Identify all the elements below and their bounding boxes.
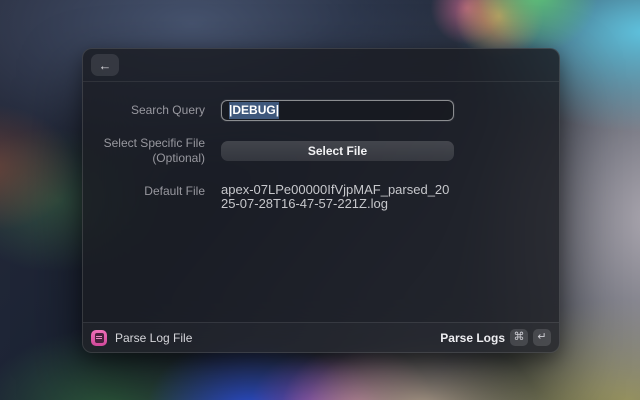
back-arrow-icon: ← (99, 59, 112, 72)
app-name: Parse Log File (115, 331, 192, 345)
footer-action-bar: Parse Log File Parse Logs ⌘ ↵ (83, 322, 559, 352)
select-file-button[interactable]: Select File (221, 141, 454, 161)
default-file-value: apex-07LPe00000IfVjpMAF_parsed_2025-07-2… (221, 183, 454, 211)
default-file-label: Default File (99, 183, 205, 199)
app-icon (91, 330, 107, 346)
back-button[interactable]: ← (91, 54, 119, 76)
form: Search Query |DEBUG| Select Specific Fil… (83, 82, 559, 322)
search-query-input[interactable]: |DEBUG| (221, 100, 454, 121)
select-file-row: Select Specific File (Optional) Select F… (83, 136, 559, 166)
default-file-row: Default File apex-07LPe00000IfVjpMAF_par… (83, 183, 559, 211)
select-file-label: Select Specific File (Optional) (99, 136, 205, 166)
cmd-key-icon: ⌘ (510, 329, 528, 346)
parse-logs-action[interactable]: Parse Logs (440, 331, 505, 345)
search-query-row: Search Query |DEBUG| (83, 100, 559, 121)
search-query-selected-text: |DEBUG| (229, 102, 279, 119)
titlebar: ← (83, 49, 559, 82)
document-icon (95, 333, 104, 343)
enter-key-icon: ↵ (533, 329, 551, 346)
parse-log-file-window: ← Search Query |DEBUG| Select Specific F… (82, 48, 560, 353)
search-query-label: Search Query (99, 103, 205, 118)
